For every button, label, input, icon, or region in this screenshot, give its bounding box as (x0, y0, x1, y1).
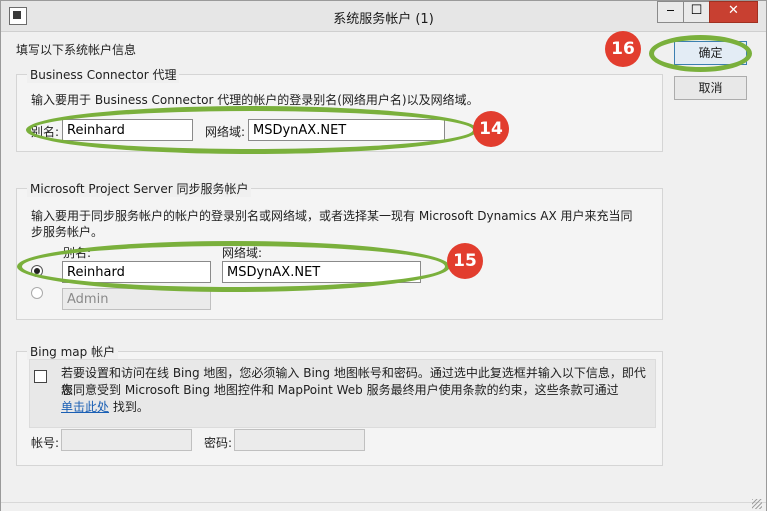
terms-link[interactable]: 单击此处 (61, 400, 109, 414)
bing-notice-tail: 找到。 (109, 400, 149, 414)
title-bar[interactable]: 系统服务帐户 (1) ‒ ☐ ✕ (1, 1, 766, 32)
highlight-oval-business-connector (26, 106, 478, 154)
page-background (0, 511, 767, 515)
bing-account-input[interactable] (61, 429, 192, 451)
project-server-description-line2: 步服务帐户。 (31, 225, 104, 239)
bing-agree-checkbox[interactable] (34, 370, 47, 383)
cancel-button[interactable]: 取消 (674, 76, 747, 100)
resize-grip-icon[interactable] (752, 499, 762, 509)
business-connector-title: Business Connector 代理 (27, 66, 180, 83)
intro-label: 填写以下系统帐户信息 (16, 43, 137, 57)
bing-password-input[interactable] (234, 429, 365, 451)
callout-badge-16: 16 (605, 31, 641, 67)
dialog-window: 系统服务帐户 (1) ‒ ☐ ✕ 填写以下系统帐户信息 确定 取消 Busine… (0, 0, 767, 512)
project-server-title: Microsoft Project Server 同步服务帐户 (27, 180, 252, 197)
minimize-button[interactable]: ‒ (657, 1, 684, 23)
highlight-oval-ok (649, 35, 752, 72)
project-server-description-line1: 输入要用于同步服务帐户的帐户的登录别名或网络域，或者选择某一现有 Microso… (31, 209, 633, 223)
close-button[interactable]: ✕ (709, 1, 758, 23)
bing-password-label: 密码: (204, 436, 233, 450)
callout-badge-14: 14 (473, 111, 509, 147)
callout-badge-15: 15 (447, 243, 483, 279)
maximize-button[interactable]: ☐ (683, 1, 710, 23)
highlight-oval-project-server (17, 241, 450, 292)
bing-notice-line2: 您同意受到 Microsoft Bing 地图控件和 MapPoint Web … (61, 382, 619, 399)
bing-title: Bing map 帐户 (27, 343, 119, 360)
existing-user-radio[interactable] (31, 287, 43, 299)
bing-notice-text: 您同意受到 Microsoft Bing 地图控件和 MapPoint Web … (61, 383, 619, 397)
bing-notice-line3: 单击此处 找到。 (61, 399, 149, 416)
window-title: 系统服务帐户 (1) (333, 12, 434, 27)
bing-notice-panel: 若要设置和访问在线 Bing 地图，您必须输入 Bing 地图帐号和密码。通过选… (29, 359, 656, 428)
bing-account-label: 帐号: (31, 436, 60, 450)
